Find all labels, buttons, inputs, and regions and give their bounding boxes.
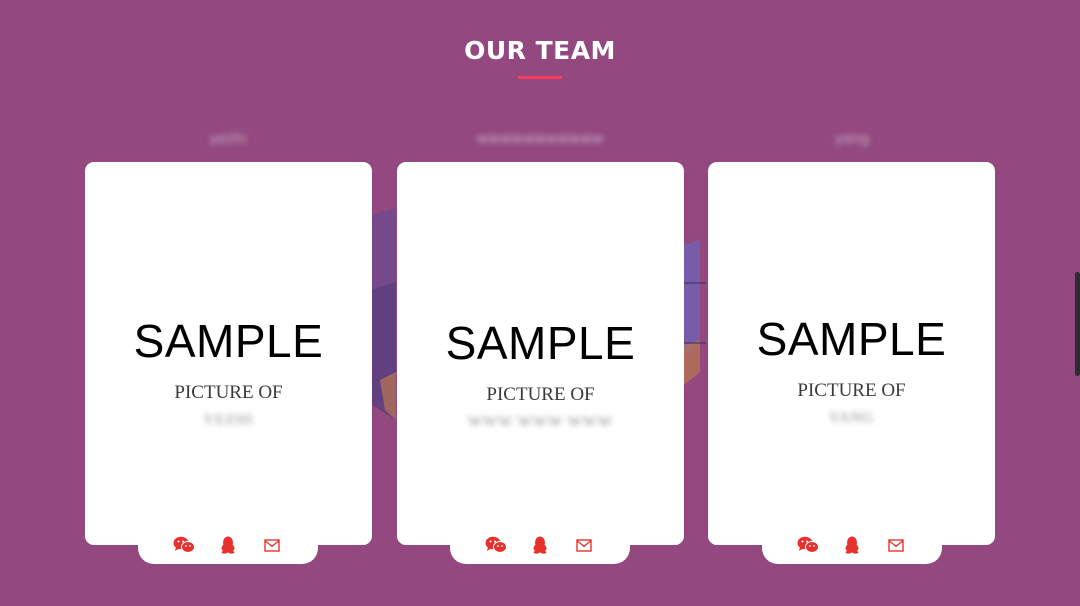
title-underline <box>518 76 562 79</box>
picture-of-label: PICTURE OF <box>797 380 906 401</box>
wechat-icon[interactable] <box>173 535 195 555</box>
sample-text: SAMPLE <box>445 317 636 369</box>
social-links <box>450 535 630 555</box>
picture-caption-name: WWW WWW WWW <box>468 414 613 430</box>
picture-caption-name: YANG <box>828 410 875 426</box>
qq-icon[interactable] <box>217 535 239 555</box>
social-links <box>138 535 318 555</box>
page-scrollbar[interactable] <box>1075 272 1080 376</box>
section-title: OUR TEAM <box>464 36 616 65</box>
social-links <box>762 535 942 555</box>
picture-of-label: PICTURE OF <box>486 384 595 405</box>
team-card[interactable]: SAMPLE PICTURE OF YANG <box>708 162 995 545</box>
mail-icon[interactable] <box>573 535 595 555</box>
qq-icon[interactable] <box>529 535 551 555</box>
mail-icon[interactable] <box>261 535 283 555</box>
member-name: yezhi <box>209 131 247 147</box>
sample-text: SAMPLE <box>133 315 324 367</box>
mail-icon[interactable] <box>885 535 907 555</box>
picture-of-label: PICTURE OF <box>174 382 283 403</box>
team-card[interactable]: SAMPLE PICTURE OF WWW WWW WWW <box>397 162 684 545</box>
team-card[interactable]: SAMPLE PICTURE OF YEZHI <box>85 162 372 545</box>
member-name: yang <box>834 131 870 147</box>
sample-text: SAMPLE <box>756 313 947 365</box>
picture-caption-name: YEZHI <box>203 412 254 428</box>
member-name: wwwwwwwwwww <box>477 131 603 147</box>
qq-icon[interactable] <box>841 535 863 555</box>
wechat-icon[interactable] <box>797 535 819 555</box>
wechat-icon[interactable] <box>485 535 507 555</box>
